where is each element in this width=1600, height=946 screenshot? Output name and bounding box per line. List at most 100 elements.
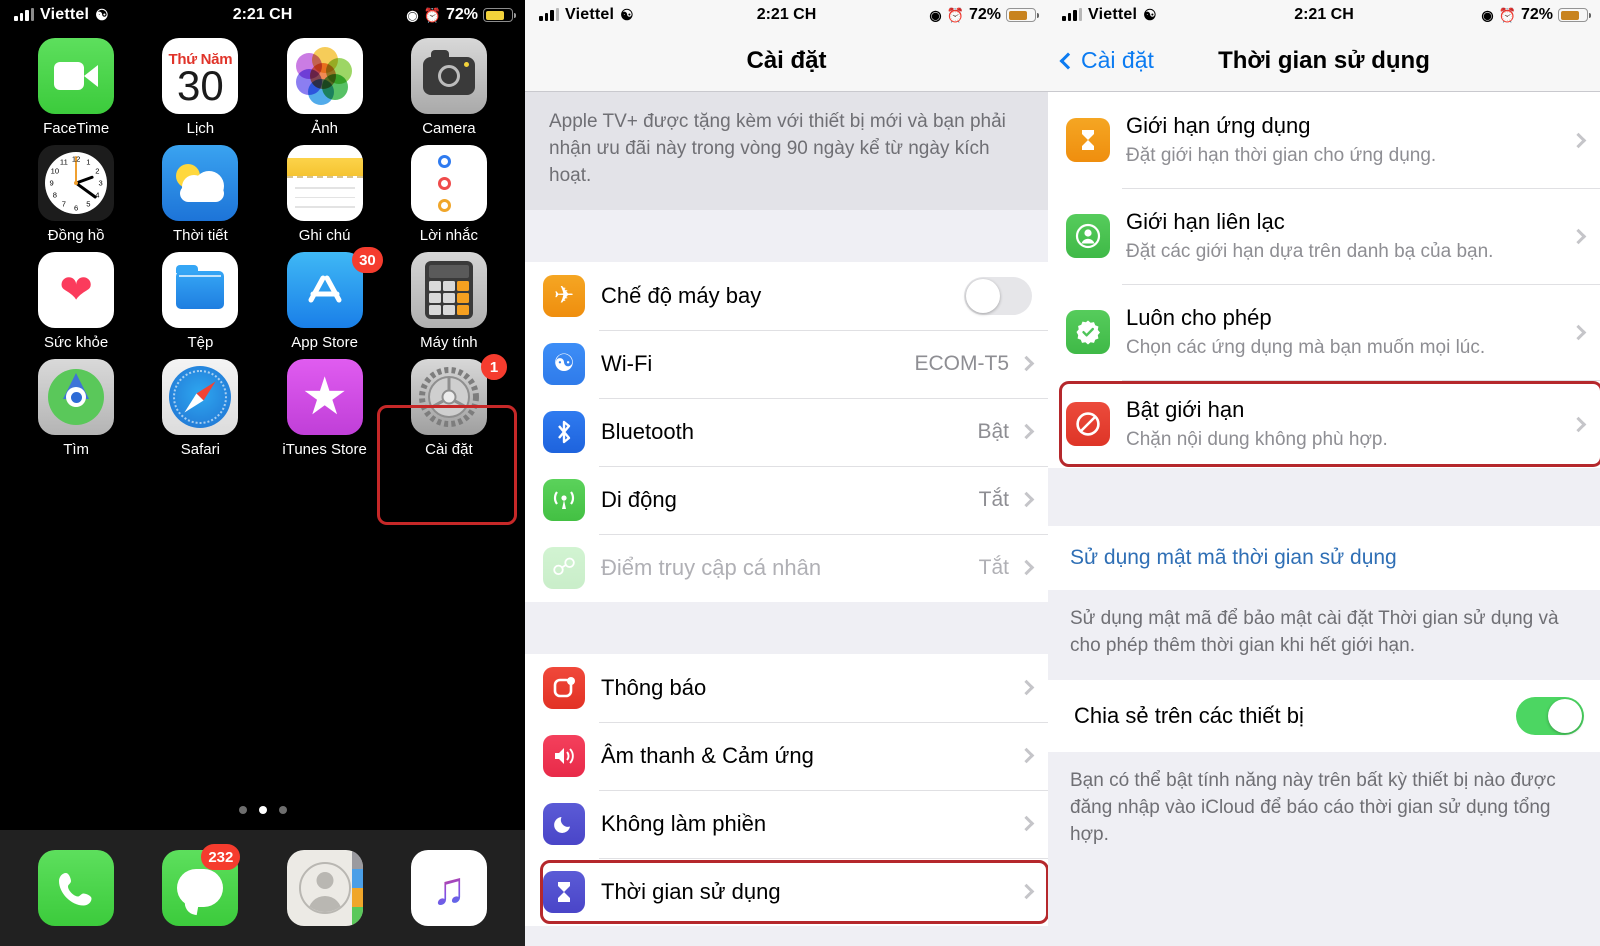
location-icon: ◉ [929,7,942,23]
screen-time-row-restrictions[interactable]: Bật giới hạn Chặn nội dung không phù hợp… [1048,380,1600,468]
app-label: Safari [180,441,220,458]
settings-row-bluetooth[interactable]: Bluetooth Bật [525,397,1048,466]
app-icon-photos[interactable]: Ảnh [263,38,387,137]
row-title: Giới hạn ứng dụng [1126,112,1311,138]
app-icon-camera[interactable]: Camera [387,38,511,137]
battery-percent: 72% [968,6,1001,23]
row-subtitle: Đặt giới hạn thời gian cho ứng dụng. [1126,145,1437,167]
badge-count: 30 [352,247,383,273]
chevron-right-icon [1018,356,1035,372]
screen-time-row-share-across-devices[interactable]: Chia sẻ trên các thiết bị [1048,679,1600,752]
settings-row-screen-time[interactable]: Thời gian sử dụng [525,857,1048,926]
settings-navbar: Cài đặt [525,30,1048,92]
screen-time-panel: Viettel ☯ 2:21 CH ◉ ⏰ 72% Cài đặt Thời g… [1048,0,1600,946]
app-icon-itunes-store[interactable]: ★ iTunes Store [263,359,387,458]
badge-count: 232 [201,844,241,870]
share-footer-text: Bạn có thể bật tính năng này trên bất kỳ… [1048,751,1600,869]
app-icon-notes[interactable]: Ghi chú [263,145,387,244]
bluetooth-icon [543,410,585,453]
back-button[interactable]: Cài đặt [1059,47,1154,74]
app-grid: FaceTime Thứ Năm 30 Lịch Ảnh Camera 1 2 … [0,30,525,458]
app-icon-files[interactable]: Tệp [138,252,262,351]
use-screen-time-passcode-link[interactable]: Sử dụng mật mã thời gian sử dụng [1048,526,1600,590]
page-dot[interactable] [238,806,247,814]
location-icon: ◉ [406,7,419,23]
app-label: Ghi chú [298,227,351,244]
app-icon-reminders[interactable]: Lời nhắc [387,145,511,244]
contact-limit-icon [1066,214,1110,258]
settings-row-airplane-mode[interactable]: ✈ Chế độ máy bay [525,261,1048,330]
settings-row-notifications[interactable]: Thông báo [525,653,1048,722]
screen-time-scroll[interactable]: Giới hạn ứng dụng Đặt giới hạn thời gian… [1048,92,1600,946]
hotspot-icon: ☍ [543,546,585,589]
page-dots[interactable] [0,806,525,830]
app-label: Tìm [63,441,90,458]
app-label: Sức khỏe [44,334,109,351]
camera-icon [410,38,487,114]
app-icon-health[interactable]: ❤ Sức khỏe [14,252,138,351]
app-label: App Store [291,334,358,351]
dock-icon-phone[interactable] [38,850,115,926]
passcode-footer-text: Sử dụng mật mã để bảo mật cài đặt Thời g… [1048,590,1600,680]
always-allowed-icon [1066,310,1110,354]
spacer [1048,468,1600,526]
screen-time-icon [543,870,585,913]
star-icon: ★ [301,368,348,426]
screen-time-navbar: Cài đặt Thời gian sử dụng [1048,30,1600,92]
screen-time-group: Giới hạn ứng dụng Đặt giới hạn thời gian… [1048,92,1600,468]
page-title: Thời gian sử dụng [1218,46,1430,74]
chevron-right-icon [1018,680,1035,696]
row-title: Bật giới hạn [1126,396,1245,422]
calendar-day: 30 [177,62,224,110]
app-icon-facetime[interactable]: FaceTime [14,38,138,137]
settings-scroll[interactable]: Apple TV+ được tặng kèm với thiết bị mới… [525,92,1048,946]
settings-row-sounds[interactable]: Âm thanh & Cảm ứng [525,721,1048,790]
settings-row-do-not-disturb[interactable]: Không làm phiền [525,789,1048,858]
app-icon-safari[interactable]: Safari [138,359,262,458]
app-icon-weather[interactable]: Thời tiết [138,145,262,244]
settings-group-notifications: Thông báo Âm thanh & Cảm ứng Không làm p… [525,653,1048,926]
clock-numeral: 9 [49,178,54,188]
row-subtitle: Đặt các giới hạn dựa trên danh bạ của bạ… [1126,241,1494,263]
app-store-icon [286,252,363,328]
app-label: Lịch [186,120,215,137]
chevron-right-icon [1570,324,1587,340]
row-label: Thời gian sử dụng [601,878,781,904]
share-across-devices-toggle[interactable] [1516,696,1584,735]
page-title: Cài đặt [746,46,827,74]
app-icon-calculator[interactable]: Máy tính [387,252,511,351]
screen-time-row-always-allowed[interactable]: Luôn cho phép Chọn các ứng dụng mà bạn m… [1048,284,1600,380]
app-icon-clock[interactable]: 1 2 3 4 5 6 7 8 9 10 11 12 Đồng hồ [14,145,138,244]
app-icon-find-my[interactable]: Tìm [14,359,138,458]
screen-time-row-app-limits[interactable]: Giới hạn ứng dụng Đặt giới hạn thời gian… [1048,92,1600,188]
health-icon: ❤ [38,252,115,328]
page-dot[interactable] [278,806,287,814]
screen-time-row-communication-limits[interactable]: Giới hạn liên lạc Đặt các giới hạn dựa t… [1048,188,1600,284]
dock-icon-messages[interactable]: 232 [162,844,241,926]
app-icon-settings[interactable]: 1 Cài đặt [387,354,511,458]
carrier-name: Viettel [1088,6,1138,23]
dock-icon-music[interactable]: ♫ [410,850,487,926]
wifi-icon: ☯ [620,7,634,24]
dock-icon-contacts[interactable] [286,850,363,926]
settings-row-wifi[interactable]: ☯ Wi-Fi ECOM-T5 [525,329,1048,398]
settings-row-cellular[interactable]: Di động Tắt [525,465,1048,534]
share-across-devices-group: Chia sẻ trên các thiết bị [1048,679,1600,752]
settings-row-personal-hotspot[interactable]: ☍ Điểm truy cập cá nhân Tắt [525,533,1048,602]
airplane-mode-toggle[interactable] [964,276,1032,315]
status-bar-settings: Viettel ☯ 2:21 CH ◉ ⏰ 72% [525,0,1048,30]
app-icon-app-store[interactable]: 30 App Store [263,247,387,351]
page-dot-active[interactable] [258,806,267,814]
settings-panel: Viettel ☯ 2:21 CH ◉ ⏰ 72% Cài đặt Apple … [525,0,1048,946]
row-label: Wi-Fi [601,350,653,376]
status-bar-home: Viettel ☯ 2:21 CH ◉ ⏰ 72% [0,0,525,30]
clock-numeral: 2 [95,166,100,176]
itunes-store-icon: ★ [286,359,363,435]
app-label: Ảnh [311,120,338,137]
app-icon-calendar[interactable]: Thứ Năm 30 Lịch [138,38,262,137]
app-label: Cài đặt [425,441,473,458]
clock-numeral: 3 [98,178,103,188]
row-label: Điểm truy cập cá nhân [601,554,822,580]
row-label: Bluetooth [601,418,694,444]
clock-numeral: 5 [86,199,91,209]
